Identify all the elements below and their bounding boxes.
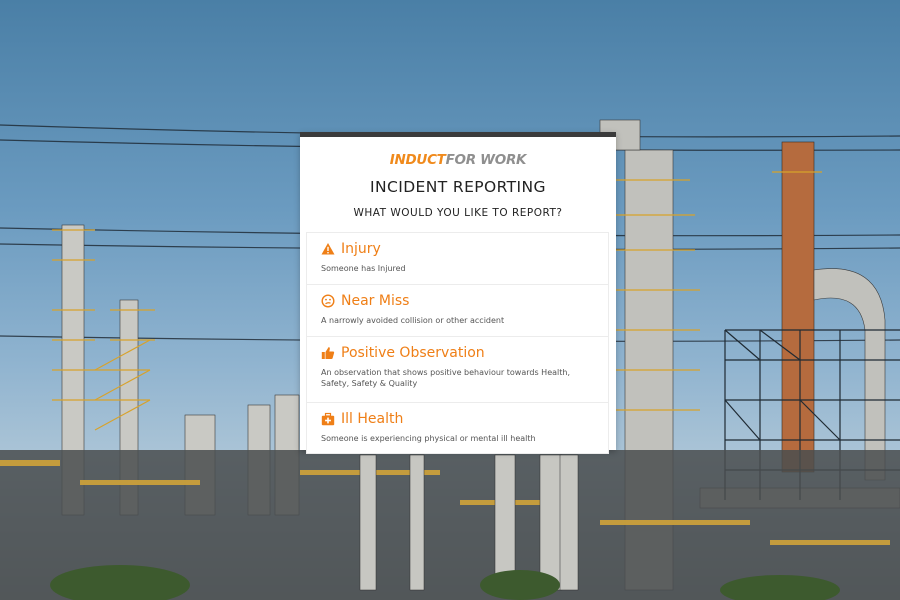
- page-subtitle: WHAT WOULD YOU LIKE TO REPORT?: [353, 207, 563, 219]
- logo-text-induct: INDUCT: [389, 152, 446, 168]
- option-description: An observation that shows positive behav…: [321, 368, 570, 388]
- page-title: INCIDENT REPORTING: [370, 178, 546, 196]
- incident-reporting-card: INDUCTFOR WORK INCIDENT REPORTING WHAT W…: [300, 132, 616, 454]
- confused-face-icon: [321, 294, 335, 308]
- first-aid-kit-icon: [321, 412, 335, 426]
- induct-for-work-logo: INDUCTFOR WORK: [300, 152, 616, 168]
- logo-text-for-work: FOR WORK: [445, 152, 527, 168]
- report-options-list: Injury Someone has Injured Near Miss A n…: [306, 232, 609, 454]
- option-ill-health[interactable]: Ill Health Someone is experiencing physi…: [306, 402, 609, 454]
- option-positive-observation[interactable]: Positive Observation An observation that…: [306, 336, 609, 403]
- option-description: A narrowly avoided collision or other ac…: [321, 316, 505, 325]
- option-description: Someone is experiencing physical or ment…: [321, 434, 536, 443]
- option-label: Positive Observation: [341, 345, 485, 361]
- option-description: Someone has Injured: [321, 264, 406, 273]
- option-injury[interactable]: Injury Someone has Injured: [306, 232, 609, 285]
- warning-icon: [321, 242, 335, 256]
- option-label: Near Miss: [341, 293, 410, 309]
- option-near-miss[interactable]: Near Miss A narrowly avoided collision o…: [306, 284, 609, 337]
- option-label: Ill Health: [341, 411, 404, 427]
- thumbs-up-icon: [321, 346, 335, 360]
- option-label: Injury: [341, 241, 381, 257]
